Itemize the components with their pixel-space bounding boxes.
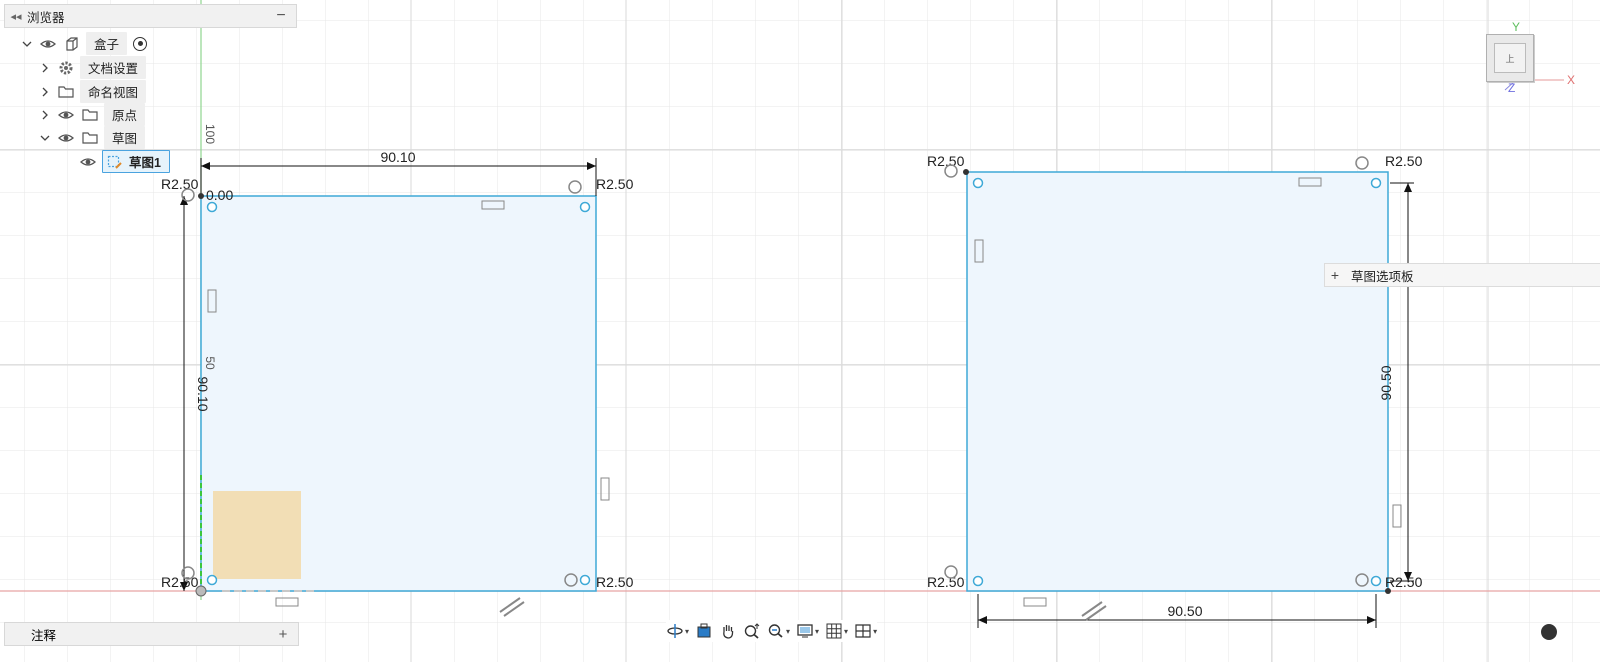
activate-radio[interactable]	[133, 36, 148, 51]
display-settings-icon	[797, 624, 813, 638]
axis-label-z: Z	[1508, 81, 1516, 95]
radius-label[interactable]: R2.50	[596, 574, 634, 590]
sketch-point[interactable]	[206, 201, 218, 213]
sketch-point[interactable]	[963, 169, 969, 175]
display-settings-button[interactable]: ▾	[796, 622, 819, 640]
look-at-icon	[697, 623, 711, 638]
radius-label[interactable]: R2.50	[161, 176, 199, 192]
view-cube-top-face[interactable]: 上	[1494, 43, 1526, 73]
expand-plus-icon[interactable]: +	[1325, 267, 1345, 283]
tree-item-document-settings[interactable]: 文档设置	[38, 56, 147, 80]
sketch1-label-box[interactable]: 草图1	[102, 150, 170, 174]
eye-icon[interactable]	[56, 106, 76, 124]
radius-label[interactable]: R2.50	[596, 176, 634, 192]
browser-title: 浏览器	[27, 10, 65, 25]
zoom-button[interactable]	[743, 622, 761, 640]
dimension-width-1[interactable]: 90.10	[380, 149, 415, 165]
tree-item-origin[interactable]: 原点	[38, 103, 146, 127]
sketch1-label: 草图1	[129, 156, 161, 171]
sketch-point[interactable]	[579, 201, 591, 213]
radius-label[interactable]: R2.50	[927, 153, 965, 169]
fit-icon	[768, 624, 783, 638]
look-at-button[interactable]	[695, 622, 713, 640]
dimension-height-1[interactable]: 90.10	[195, 376, 211, 411]
ruler-label-50: 50	[203, 356, 217, 370]
chevron-right-icon[interactable]	[38, 85, 52, 99]
design-canvas[interactable]: 90.10 90.10 R2.50 R2.50 R2.50 R2.50 0.00…	[0, 0, 1600, 662]
radius-label[interactable]: R2.50	[1385, 574, 1423, 590]
tree-item-named-views[interactable]: 命名视图	[38, 80, 147, 104]
sketch-point[interactable]	[206, 574, 218, 586]
sketch-point[interactable]	[579, 574, 591, 586]
sketch-icon	[107, 155, 122, 169]
folder-icon	[80, 106, 100, 124]
sketch-point[interactable]	[198, 193, 204, 199]
sketch-palette[interactable]: + 草图选项板	[1324, 263, 1600, 287]
minimize-button[interactable]: −	[266, 7, 296, 25]
sketch-rectangle-2[interactable]	[966, 171, 1389, 592]
origin-point[interactable]	[195, 585, 207, 597]
ruler-label-100: 100	[203, 124, 217, 144]
browser-panel: ◂◂ 浏览器 − 盒子 文档设置 命名视图 原点 草图 草图1	[4, 4, 297, 174]
sketch-point[interactable]	[1385, 588, 1391, 594]
sketch-palette-label: 草图选项板	[1351, 269, 1414, 284]
eye-icon[interactable]	[38, 35, 58, 53]
eye-icon[interactable]	[78, 153, 98, 171]
dimension-width-2[interactable]: 90.50	[1167, 603, 1202, 619]
dimension-height-2[interactable]: 90.50	[1378, 365, 1394, 400]
add-annotation-button[interactable]: +	[268, 626, 298, 643]
sketch-point[interactable]	[972, 177, 984, 189]
sketch-profile-1[interactable]: 90.10 90.10 R2.50 R2.50 R2.50 R2.50 0.00…	[161, 124, 634, 617]
tree-item-label[interactable]: 原点	[104, 103, 146, 127]
axis-label-x: X	[1567, 73, 1576, 87]
folder-icon	[80, 129, 100, 147]
orbit-button[interactable]: ▾	[666, 622, 689, 640]
view-cube[interactable]: 上	[1486, 34, 1534, 82]
component-label[interactable]: 盒子	[86, 32, 128, 56]
chevron-down-icon[interactable]	[20, 37, 34, 51]
tree-item-component[interactable]: 盒子	[20, 32, 148, 56]
chevron-right-icon[interactable]	[38, 61, 52, 75]
navigation-toolbar: ▾ ▾ ▾ ▾ ▾	[666, 620, 878, 642]
sketch-profile-2[interactable]: 90.50 90.50 R2.50 R2.50 R2.50 R2.50	[927, 153, 1423, 628]
origin-plane	[213, 491, 301, 579]
fit-button[interactable]: ▾	[767, 622, 790, 640]
tree-item-label[interactable]: 文档设置	[80, 56, 147, 80]
viewports-icon	[855, 624, 871, 638]
tree-item-label[interactable]: 命名视图	[80, 80, 147, 104]
app-logo-icon	[1541, 624, 1557, 640]
annotations-panel[interactable]: 注释 +	[4, 622, 299, 646]
component-icon	[62, 35, 82, 53]
viewports-button[interactable]: ▾	[854, 622, 877, 640]
radius-label[interactable]: R2.50	[1385, 153, 1423, 169]
grid-button[interactable]: ▾	[825, 622, 848, 640]
sketch-point[interactable]	[1370, 177, 1382, 189]
angle-label[interactable]: 0.00	[206, 187, 233, 203]
pan-button[interactable]	[719, 622, 737, 640]
browser-header: ◂◂ 浏览器 −	[4, 4, 297, 28]
folder-icon	[56, 83, 76, 101]
chevron-down-icon[interactable]	[38, 131, 52, 145]
pan-icon	[723, 625, 734, 639]
gear-icon	[56, 59, 76, 77]
tree-item-sketches[interactable]: 草图	[38, 126, 146, 150]
zoom-icon	[744, 623, 760, 639]
sketch-point[interactable]	[972, 575, 984, 587]
axis-label-y: Y	[1512, 20, 1521, 34]
collapse-panel-icon[interactable]: ◂◂	[5, 10, 27, 23]
sketch-point[interactable]	[1370, 575, 1382, 587]
tree-item-sketch1[interactable]: 草图1	[74, 150, 170, 174]
radius-label[interactable]: R2.50	[927, 574, 965, 590]
tree-item-label[interactable]: 草图	[104, 126, 146, 150]
orbit-icon	[667, 624, 683, 638]
annotations-title: 注释	[31, 628, 57, 643]
grid-icon	[826, 623, 842, 639]
eye-icon[interactable]	[56, 129, 76, 147]
chevron-right-icon[interactable]	[38, 108, 52, 122]
